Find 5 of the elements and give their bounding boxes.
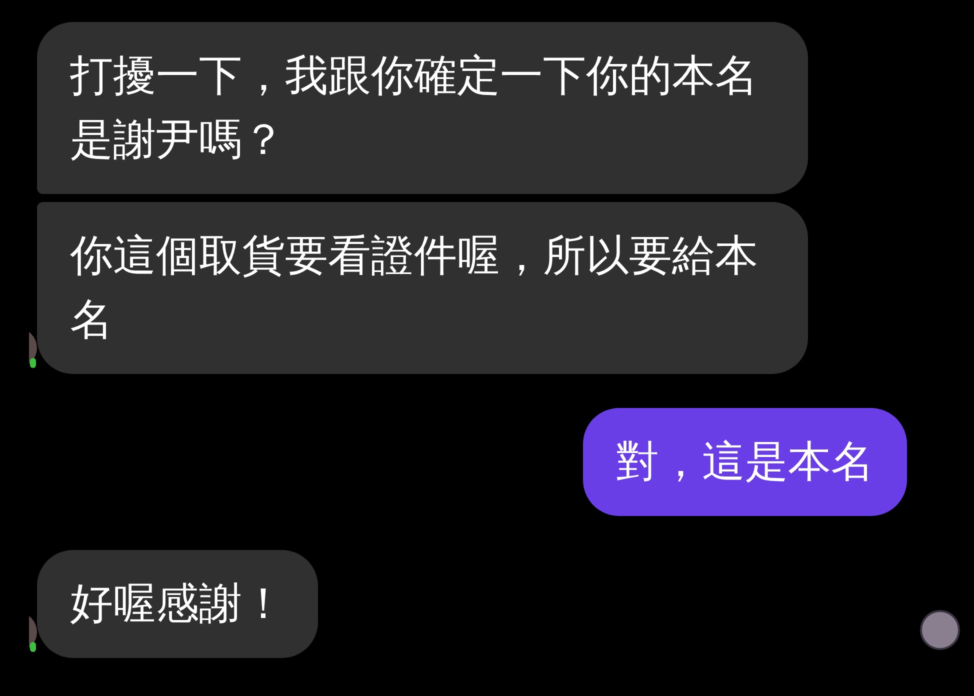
message-bubble: 對，這是本名 bbox=[583, 408, 907, 516]
message-bubble: 你這個取貨要看證件喔，所以要給本名 bbox=[37, 202, 808, 374]
avatar bbox=[920, 610, 960, 650]
message-bubble: 打擾一下，我跟你確定一下你的本名是謝尹嗎？ bbox=[37, 22, 808, 194]
message-bubble: 好喔感謝！ bbox=[37, 550, 318, 658]
